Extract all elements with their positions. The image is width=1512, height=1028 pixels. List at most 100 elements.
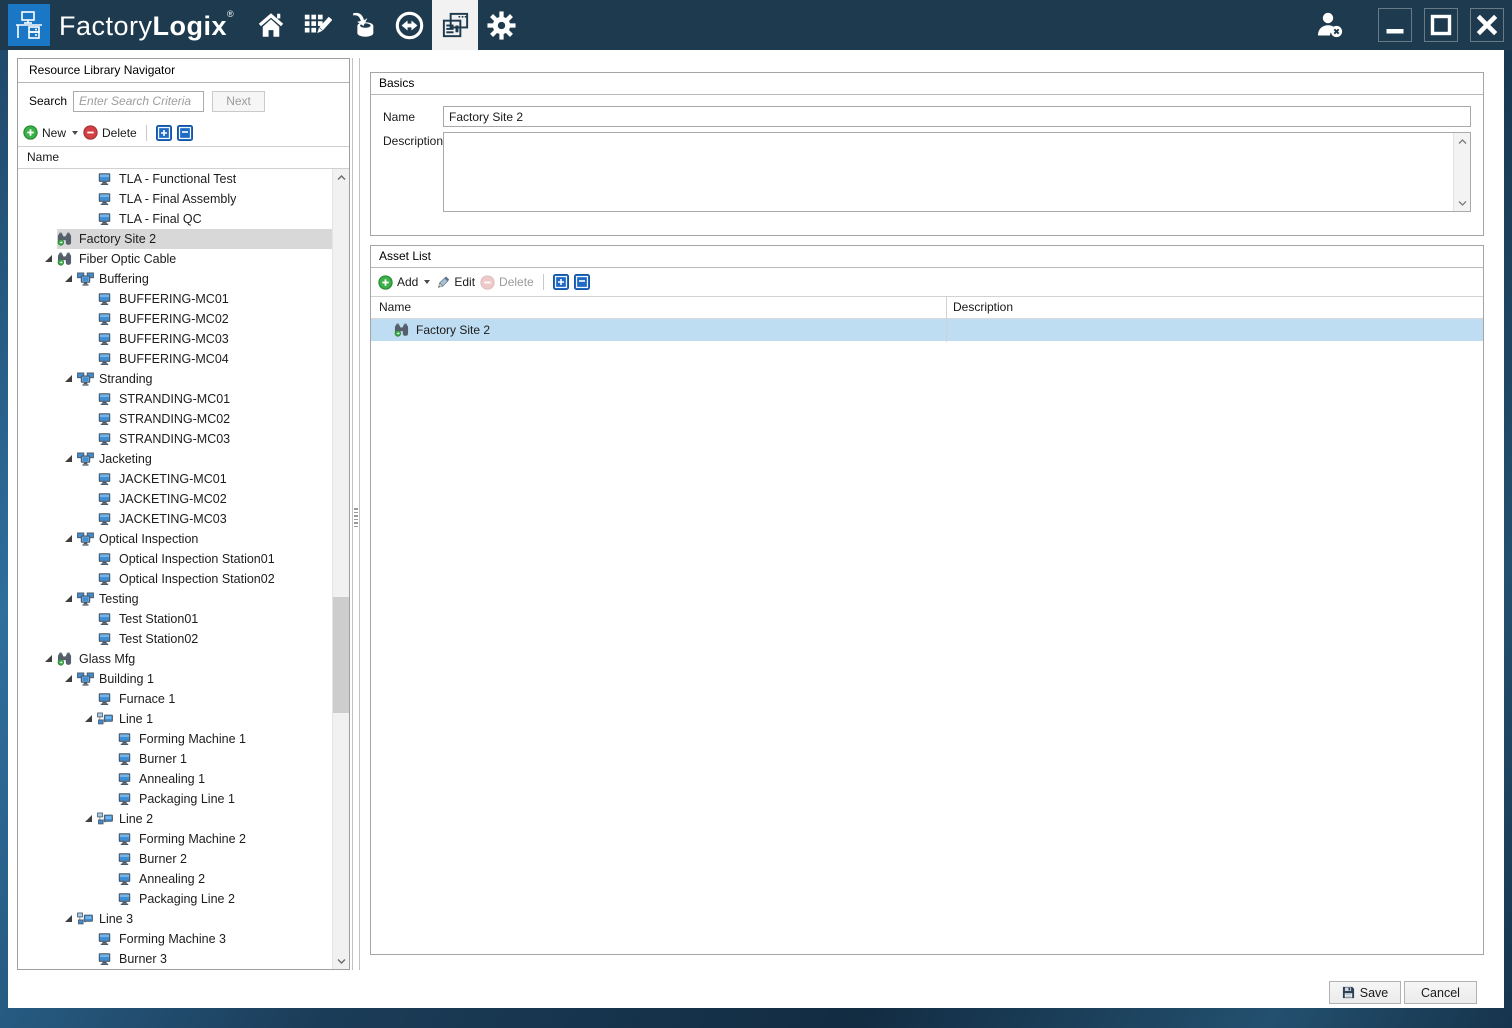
description-scrollbar[interactable] bbox=[1453, 133, 1470, 211]
tree-item-body[interactable]: Burner 2 bbox=[117, 849, 332, 869]
tree-item-body[interactable]: Line 3 bbox=[77, 909, 332, 929]
tree-item-body[interactable]: Optical Inspection bbox=[77, 529, 332, 549]
tree-item-body[interactable]: Glass Mfg bbox=[57, 649, 332, 669]
tree-item[interactable]: Packaging Line 2 bbox=[18, 889, 332, 909]
search-input[interactable] bbox=[73, 90, 205, 112]
tree-item[interactable]: Line 2 bbox=[18, 809, 332, 829]
tree-item-body[interactable]: STRANDING-MC01 bbox=[97, 389, 332, 409]
column-header-name[interactable]: Name bbox=[379, 297, 411, 318]
scroll-down-icon[interactable] bbox=[333, 952, 349, 969]
tree-item-body[interactable]: Stranding bbox=[77, 369, 332, 389]
tree-item-body[interactable]: Jacketing bbox=[77, 449, 332, 469]
tree-item[interactable]: STRANDING-MC03 bbox=[18, 429, 332, 449]
tree-item[interactable]: BUFFERING-MC01 bbox=[18, 289, 332, 309]
tree-item-body[interactable]: Fiber Optic Cable bbox=[57, 249, 332, 269]
tree-item-body[interactable]: Annealing 1 bbox=[117, 769, 332, 789]
tree-item[interactable]: Building 1 bbox=[18, 669, 332, 689]
tree-item[interactable]: Forming Machine 2 bbox=[18, 829, 332, 849]
tree-item[interactable]: Testing bbox=[18, 589, 332, 609]
tree-item-body[interactable]: JACKETING-MC02 bbox=[97, 489, 332, 509]
tree-item[interactable]: BUFFERING-MC03 bbox=[18, 329, 332, 349]
tree-item-body[interactable]: Building 1 bbox=[77, 669, 332, 689]
tree-item[interactable]: Test Station02 bbox=[18, 629, 332, 649]
tree-item-body[interactable]: Burner 1 bbox=[117, 749, 332, 769]
tree-item-body[interactable]: Test Station02 bbox=[97, 629, 332, 649]
cancel-button[interactable]: Cancel bbox=[1404, 981, 1477, 1004]
logout-user-icon[interactable] bbox=[1310, 5, 1350, 45]
scroll-up-icon[interactable] bbox=[333, 169, 349, 186]
tree-item[interactable]: Annealing 1 bbox=[18, 769, 332, 789]
tree-item-body[interactable]: Annealing 2 bbox=[117, 869, 332, 889]
tree-item[interactable]: Optical Inspection Station02 bbox=[18, 569, 332, 589]
tree-item[interactable]: Burner 2 bbox=[18, 849, 332, 869]
tree-item-body[interactable]: Burner 3 bbox=[97, 949, 332, 969]
expander-expanded-icon[interactable] bbox=[80, 815, 97, 823]
collapse-all-button[interactable] bbox=[573, 274, 590, 290]
tree-item-body[interactable]: Buffering bbox=[77, 269, 332, 289]
tree-item[interactable]: Furnace 1 bbox=[18, 689, 332, 709]
tree-item-body[interactable]: Packaging Line 1 bbox=[117, 789, 332, 809]
tree-item[interactable]: TLA - Final QC bbox=[18, 209, 332, 229]
delete-button[interactable]: Delete bbox=[83, 125, 137, 140]
tree-item-body[interactable]: TLA - Final Assembly bbox=[97, 189, 332, 209]
tree-item[interactable]: Glass Mfg bbox=[18, 649, 332, 669]
tree-item[interactable]: STRANDING-MC02 bbox=[18, 409, 332, 429]
tree-item[interactable]: Annealing 2 bbox=[18, 869, 332, 889]
settings-gear-icon[interactable] bbox=[478, 0, 524, 50]
tree-item-body[interactable]: Optical Inspection Station02 bbox=[97, 569, 332, 589]
column-divider[interactable] bbox=[946, 297, 947, 342]
name-field[interactable] bbox=[443, 106, 1471, 127]
add-button[interactable]: Add bbox=[378, 274, 431, 290]
tree-item-body[interactable]: Test Station01 bbox=[97, 609, 332, 629]
tree-item[interactable]: JACKETING-MC02 bbox=[18, 489, 332, 509]
next-button[interactable]: Next bbox=[212, 90, 266, 112]
tree-item[interactable]: Burner 3 bbox=[18, 949, 332, 969]
scroll-down-icon[interactable] bbox=[1454, 194, 1470, 211]
tree-item-body[interactable]: Packaging Line 2 bbox=[117, 889, 332, 909]
tree-item[interactable]: JACKETING-MC03 bbox=[18, 509, 332, 529]
panel-splitter[interactable] bbox=[352, 58, 360, 970]
save-button[interactable]: Save bbox=[1329, 981, 1401, 1004]
delete-button-disabled[interactable]: Delete bbox=[480, 274, 534, 290]
expander-expanded-icon[interactable] bbox=[60, 375, 77, 383]
edit-button[interactable]: Edit bbox=[435, 275, 475, 290]
expander-expanded-icon[interactable] bbox=[40, 255, 57, 263]
expander-expanded-icon[interactable] bbox=[60, 915, 77, 923]
tree-item-body[interactable]: Optical Inspection Station01 bbox=[97, 549, 332, 569]
collapse-all-button[interactable] bbox=[176, 124, 193, 141]
expander-expanded-icon[interactable] bbox=[60, 535, 77, 543]
expander-expanded-icon[interactable] bbox=[60, 455, 77, 463]
expander-expanded-icon[interactable] bbox=[60, 675, 77, 683]
tree-item-body[interactable]: TLA - Functional Test bbox=[97, 169, 332, 189]
tree-item[interactable]: Stranding bbox=[18, 369, 332, 389]
new-button[interactable]: New bbox=[23, 125, 79, 140]
minimize-button[interactable] bbox=[1378, 8, 1412, 42]
tree-item[interactable]: TLA - Functional Test bbox=[18, 169, 332, 189]
database-import-icon[interactable] bbox=[340, 0, 386, 50]
tree-item[interactable]: Line 1 bbox=[18, 709, 332, 729]
tree-item[interactable]: Forming Machine 3 bbox=[18, 929, 332, 949]
tree-item-body[interactable]: JACKETING-MC01 bbox=[97, 469, 332, 489]
tree-scrollbar[interactable] bbox=[332, 169, 349, 969]
tree-item[interactable]: Packaging Line 1 bbox=[18, 789, 332, 809]
tree-item-body[interactable]: STRANDING-MC03 bbox=[97, 429, 332, 449]
tree-item-body[interactable]: Furnace 1 bbox=[97, 689, 332, 709]
tree-item[interactable]: STRANDING-MC01 bbox=[18, 389, 332, 409]
tree-item-body[interactable]: Factory Site 2 bbox=[57, 229, 332, 249]
tree-item[interactable]: Line 3 bbox=[18, 909, 332, 929]
tree-item[interactable]: Jacketing bbox=[18, 449, 332, 469]
tree-item[interactable]: JACKETING-MC01 bbox=[18, 469, 332, 489]
tree-item-body[interactable]: Line 1 bbox=[97, 709, 332, 729]
expand-all-button[interactable] bbox=[155, 124, 172, 141]
tree-item[interactable]: Optical Inspection bbox=[18, 529, 332, 549]
tree-item-body[interactable]: Forming Machine 1 bbox=[117, 729, 332, 749]
tree-item-body[interactable]: JACKETING-MC03 bbox=[97, 509, 332, 529]
tree-item-body[interactable]: BUFFERING-MC01 bbox=[97, 289, 332, 309]
tree-item-body[interactable]: Forming Machine 2 bbox=[117, 829, 332, 849]
expander-expanded-icon[interactable] bbox=[40, 655, 57, 663]
tree-item[interactable]: Burner 1 bbox=[18, 749, 332, 769]
tree-item-body[interactable]: TLA - Final QC bbox=[97, 209, 332, 229]
expander-expanded-icon[interactable] bbox=[60, 595, 77, 603]
tree-item[interactable]: BUFFERING-MC04 bbox=[18, 349, 332, 369]
tree-item-body[interactable]: BUFFERING-MC03 bbox=[97, 329, 332, 349]
